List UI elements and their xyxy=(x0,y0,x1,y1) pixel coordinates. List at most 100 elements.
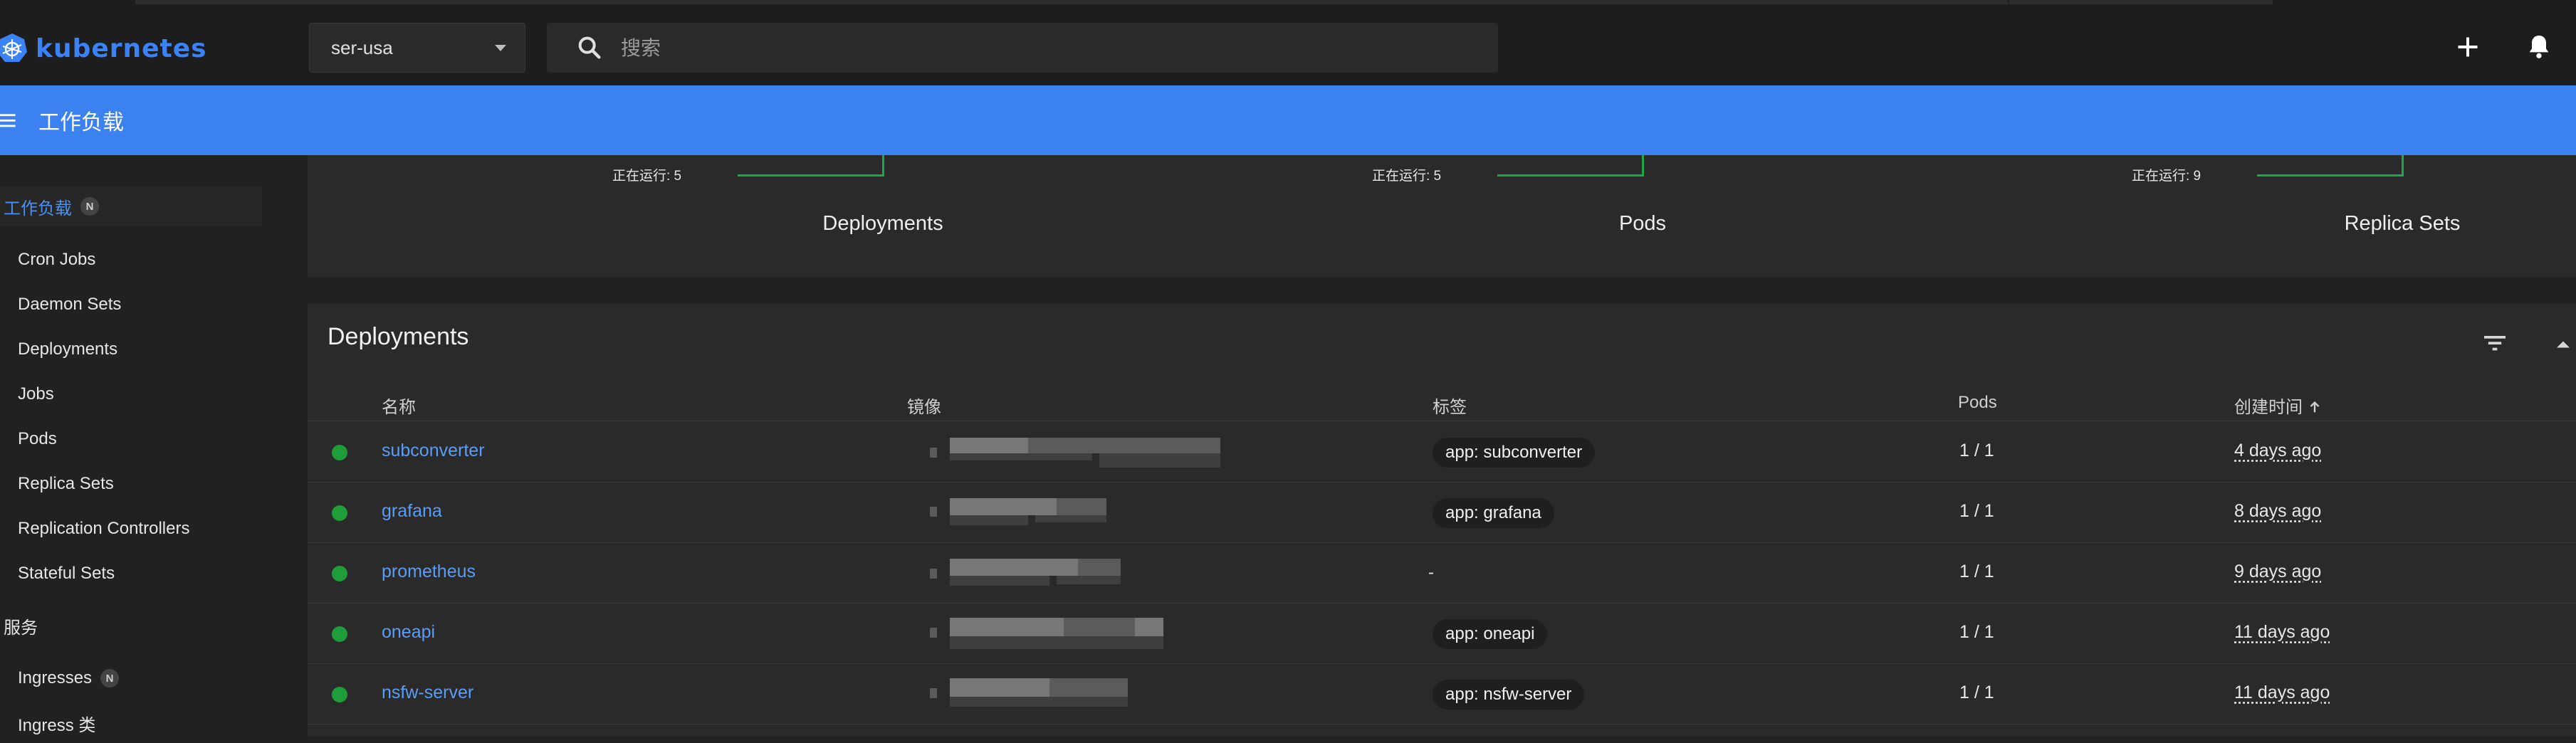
sidebar-item-daemon-sets[interactable]: Daemon Sets xyxy=(0,285,262,325)
chart-line xyxy=(882,155,884,175)
summary-title: Deployments xyxy=(822,212,943,235)
sidebar-item-label: Deployments xyxy=(18,339,118,359)
label-empty: - xyxy=(1428,563,1434,582)
sidebar-item-label: Cron Jobs xyxy=(18,250,96,269)
namespace-value: ser-usa xyxy=(331,36,393,58)
column-header-name[interactable]: 名称 xyxy=(382,393,416,418)
sidebar-item-label: Replica Sets xyxy=(18,474,114,493)
sidebar-item-pods[interactable]: Pods xyxy=(0,419,262,459)
sidebar-item-replica-sets[interactable]: Replica Sets xyxy=(0,464,262,504)
deployment-name-link[interactable]: nsfw-server xyxy=(382,683,473,703)
sidebar-item-ingress-classes[interactable]: Ingress 类 xyxy=(0,703,262,743)
chart-line xyxy=(1497,174,1644,176)
new-badge: N xyxy=(100,669,120,687)
search-bar[interactable] xyxy=(547,23,1498,73)
sidebar-item-ingresses[interactable]: Ingresses N xyxy=(0,658,262,698)
sidebar: 工作负载 N Cron Jobs Daemon Sets Deployments… xyxy=(0,155,285,737)
page-title: 工作负载 xyxy=(38,110,124,135)
sidebar-item-jobs[interactable]: Jobs xyxy=(0,374,262,414)
column-header-created-label: 创建时间 xyxy=(2234,398,2303,417)
sidebar-item-deployments[interactable]: Deployments xyxy=(0,330,262,369)
table-row[interactable]: oneapi app: oneapi 1 / 1 11 days ago xyxy=(308,604,2576,664)
column-header-image: 镜像 xyxy=(907,398,941,417)
plus-icon[interactable] xyxy=(2455,34,2481,60)
table-row[interactable]: prometheus - 1 / 1 9 days ago xyxy=(308,543,2576,604)
sidebar-item-label: Stateful Sets xyxy=(18,564,115,583)
card-title: Deployments xyxy=(328,323,469,350)
app-name: kubernetes xyxy=(36,33,207,63)
new-badge: N xyxy=(80,197,99,216)
label-chip: app: subconverter xyxy=(1433,438,1596,468)
sidebar-item-label: Daemon Sets xyxy=(18,295,122,314)
summary-title: Pods xyxy=(1618,212,1667,235)
pods-count: 1 / 1 xyxy=(1959,441,1994,460)
status-ok-icon xyxy=(332,687,347,702)
sidebar-item-replication-controllers[interactable]: Replication Controllers xyxy=(0,509,262,549)
hamburger-icon[interactable] xyxy=(0,111,19,130)
sidebar-item-label: 服务 xyxy=(4,618,38,638)
sidebar-item-label: Ingress 类 xyxy=(18,715,96,735)
chevron-up-icon[interactable] xyxy=(2550,332,2576,357)
created-time: 11 days ago xyxy=(2234,622,2330,642)
chart-line xyxy=(2257,174,2404,176)
search-input[interactable] xyxy=(619,35,1403,60)
summary-title: Replica Sets xyxy=(2344,212,2461,235)
sidebar-item-services[interactable]: 服务 xyxy=(0,606,262,645)
table-header: 名称 镜像 标签 Pods 创建时间 xyxy=(308,381,2576,421)
sidebar-item-stateful-sets[interactable]: Stateful Sets xyxy=(0,554,262,594)
table-row[interactable]: grafana app: grafana 1 / 1 8 days ago xyxy=(308,483,2576,543)
sidebar-item-label: Replication Controllers xyxy=(18,519,190,538)
chart-line xyxy=(1642,155,1644,175)
summary-pods[interactable]: 正在运行: 5 Pods xyxy=(1346,155,1774,278)
label-chip: app: grafana xyxy=(1433,498,1554,528)
summary-deployments[interactable]: 正在运行: 5 Deployments xyxy=(587,155,1014,278)
table-row[interactable]: nsfw-server app: nsfw-server 1 / 1 11 da… xyxy=(308,664,2576,724)
app-logo[interactable]: kubernetes xyxy=(0,27,207,70)
sidebar-item-label: Ingresses xyxy=(18,668,93,687)
chart-line xyxy=(2402,155,2404,175)
deployment-name-link[interactable]: oneapi xyxy=(382,622,435,643)
arrow-up-icon[interactable] xyxy=(2307,399,2323,415)
status-ok-icon xyxy=(332,566,347,581)
status-ok-icon xyxy=(332,445,347,460)
sidebar-item-cron-jobs[interactable]: Cron Jobs xyxy=(0,240,262,280)
browser-strip xyxy=(2009,0,2273,4)
summary-replica-sets[interactable]: 正在运行: 9 Replica Sets xyxy=(2106,155,2533,278)
top-toolbar: kubernetes ser-usa xyxy=(0,0,2576,85)
sidebar-item-label: Jobs xyxy=(18,384,54,404)
page-header: 工作负载 xyxy=(0,85,2576,155)
pods-count: 1 / 1 xyxy=(1959,683,1994,702)
kubernetes-helm-icon xyxy=(0,33,27,62)
deployment-name-link[interactable]: subconverter xyxy=(382,441,485,461)
pods-count: 1 / 1 xyxy=(1959,501,1994,521)
deployments-card: Deployments 名称 镜像 标签 Pods 创建时间 subconver… xyxy=(308,303,2576,737)
filter-icon[interactable] xyxy=(2481,329,2509,357)
status-ok-icon xyxy=(332,505,347,521)
search-icon[interactable] xyxy=(575,33,604,62)
pods-count: 1 / 1 xyxy=(1959,562,1994,581)
created-time: 11 days ago xyxy=(2234,683,2330,702)
created-time: 9 days ago xyxy=(2234,562,2322,581)
deployment-name-link[interactable]: grafana xyxy=(382,501,442,522)
sidebar-item-label: 工作负载 xyxy=(4,199,72,218)
chart-line xyxy=(738,174,884,176)
running-count: 正在运行: 5 xyxy=(612,169,682,184)
running-count: 正在运行: 5 xyxy=(1372,169,1442,184)
running-count: 正在运行: 9 xyxy=(2132,169,2201,184)
column-header-labels: 标签 xyxy=(1433,398,1467,417)
column-header-pods: Pods xyxy=(1958,393,1997,412)
caret-down-icon xyxy=(495,45,506,51)
status-ok-icon xyxy=(332,626,347,642)
namespace-select[interactable]: ser-usa xyxy=(309,23,525,73)
pods-count: 1 / 1 xyxy=(1959,622,1994,642)
bell-icon[interactable] xyxy=(2525,31,2553,61)
sidebar-item-workloads[interactable]: 工作负载 N xyxy=(0,186,262,226)
label-chip: app: nsfw-server xyxy=(1433,680,1585,710)
column-header-created[interactable]: 创建时间 xyxy=(2234,393,2323,418)
deployment-name-link[interactable]: prometheus xyxy=(382,562,476,582)
sidebar-item-label: Pods xyxy=(18,429,57,448)
created-time: 8 days ago xyxy=(2234,501,2322,521)
table-row[interactable]: subconverter app: subconverter 1 / 1 4 d… xyxy=(308,422,2576,483)
browser-strip xyxy=(135,0,2008,4)
workload-status-summary: 正在运行: 5 Deployments 正在运行: 5 Pods 正在运行: 9… xyxy=(308,155,2576,278)
